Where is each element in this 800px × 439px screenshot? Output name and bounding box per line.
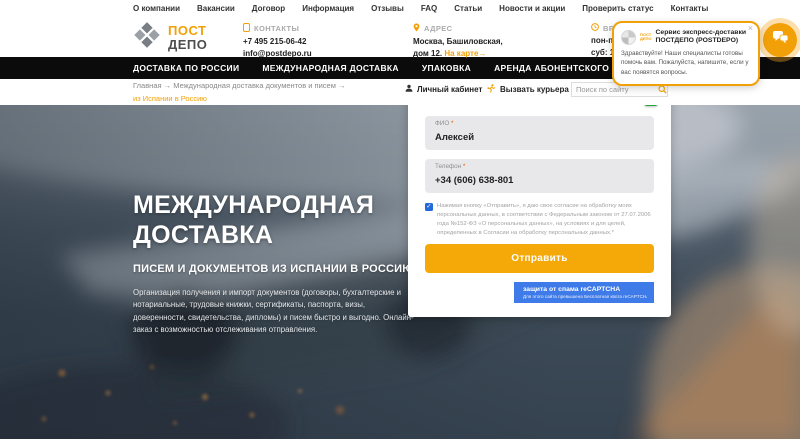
chat-tooltip: × ПОСТДЕПО Сервис экспресс-доставкиПОСТД… [612, 21, 760, 86]
logo-diamond-icon [133, 21, 161, 54]
topnav-link-status[interactable]: Проверить статус [582, 4, 653, 13]
submit-button[interactable]: Отправить [425, 244, 654, 273]
address-label: АДРЕС [424, 24, 452, 33]
recaptcha-note: Для этого сайта превышена Бесплатная кво… [523, 294, 647, 299]
map-link[interactable]: На карте→ [444, 49, 486, 58]
required-mark: * [463, 163, 465, 170]
header-address-line1: Москва, Башиловская, [413, 36, 503, 48]
close-icon[interactable]: × [748, 24, 753, 33]
hero-description: Организация получения и импорт документо… [133, 287, 415, 337]
breadcrumb-arrow-icon: → [338, 81, 346, 90]
chat-logo-icon [621, 30, 636, 45]
courier-icon [487, 84, 496, 95]
consent-row: ✓ Нажимая кнопку «Отправить», я даю свое… [425, 202, 654, 237]
topnav-link-info[interactable]: Информация [302, 4, 354, 13]
topnav-link-contacts[interactable]: Контакты [671, 4, 709, 13]
breadcrumb-home[interactable]: Главная [133, 81, 162, 90]
recaptcha-title: защита от спама reCAPTCHA [523, 286, 647, 293]
user-icon [405, 84, 413, 94]
topnav-link-articles[interactable]: Статьи [454, 4, 482, 13]
page-root: О компании Вакансии Договор Информация О… [0, 0, 800, 439]
mainnav-packaging[interactable]: УПАКОВКА [422, 63, 471, 73]
chat-tooltip-title: Сервис экспресс-доставкиПОСТДЕПО (POSTDE… [656, 29, 747, 46]
name-field[interactable] [435, 131, 644, 143]
mainnav-russia-delivery[interactable]: ДОСТАВКА ПО РОССИИ [133, 63, 239, 73]
personal-account-link[interactable]: Личный кабинет [405, 84, 482, 94]
breadcrumb-section[interactable]: Международная доставка документов и писе… [173, 81, 336, 90]
topnav-link-contract[interactable]: Договор [252, 4, 285, 13]
breadcrumb: Главная → Международная доставка докумен… [133, 82, 345, 102]
phone-field[interactable] [435, 174, 644, 186]
hero-copy: МЕЖДУНАРОДНАЯ ДОСТАВКА ПИСЕМ И ДОКУМЕНТО… [133, 191, 423, 337]
topnav-link-company[interactable]: О компании [133, 4, 180, 13]
breadcrumb-current: из Испании в Россию [133, 95, 345, 103]
chat-logo-text: ПОСТДЕПО [640, 33, 652, 42]
topnav-link-news[interactable]: Новости и акции [499, 4, 565, 13]
header-address-line2: дом 12. На карте→ [413, 48, 503, 60]
topnav-link-reviews[interactable]: Отзывы [371, 4, 404, 13]
required-mark: * [451, 120, 453, 127]
header-email[interactable]: info@postdepo.ru [243, 48, 312, 60]
phone-field-wrap: Телефон * [425, 159, 654, 193]
header-phone[interactable]: +7 495 215-06-42 [243, 36, 312, 48]
chat-tooltip-body: Здравствуйте! Наши специалисты готовы по… [621, 49, 749, 77]
site-logo[interactable]: ПОСТ ДЕПО [133, 21, 207, 54]
location-pin-icon [413, 23, 420, 34]
header-address-block: АДРЕС Москва, Башиловская, дом 12. На ка… [413, 23, 503, 59]
topnav-link-vacancies[interactable]: Вакансии [197, 4, 235, 13]
chat-bubbles-icon [772, 30, 789, 50]
mainnav-international-delivery[interactable]: МЕЖДУНАРОДНАЯ ДОСТАВКА [262, 63, 398, 73]
clock-icon [591, 23, 599, 33]
contacts-label: КОНТАКТЫ [254, 24, 299, 33]
call-courier-link[interactable]: Вызвать курьера [487, 84, 569, 95]
topnav-link-faq[interactable]: FAQ [421, 4, 437, 13]
header-contacts-block: КОНТАКТЫ +7 495 215-06-42 info@postdepo.… [243, 23, 312, 59]
check-icon: ✓ [426, 203, 431, 210]
utility-nav: О компании Вакансии Договор Информация О… [0, 0, 800, 17]
phone-field-label: Телефон [435, 163, 463, 170]
recaptcha-quota-link[interactable]: Бесплатная квота reCAPTCHA [584, 294, 647, 299]
consent-checkbox[interactable]: ✓ [425, 203, 433, 211]
search-input[interactable] [576, 85, 658, 94]
chat-button[interactable] [763, 23, 797, 57]
phone-icon [243, 23, 250, 34]
hero-title: МЕЖДУНАРОДНАЯ ДОСТАВКА [133, 191, 423, 250]
logo-text: ПОСТ ДЕПО [168, 24, 207, 51]
consent-text: Нажимая кнопку «Отправить», я даю свое с… [437, 202, 654, 237]
breadcrumb-arrow-icon: → [164, 81, 172, 90]
hero-section: МЕЖДУНАРОДНАЯ ДОСТАВКА ПИСЕМ И ДОКУМЕНТО… [0, 105, 800, 439]
name-field-label: ФИО [435, 120, 451, 127]
hero-subtitle: ПИСЕМ И ДОКУМЕНТОВ ИЗ ИСПАНИИ В РОССИЮ [133, 263, 423, 275]
name-field-wrap: ФИО * [425, 116, 654, 150]
recaptcha-badge: защита от спама reCAPTCHA Для этого сайт… [514, 282, 654, 303]
